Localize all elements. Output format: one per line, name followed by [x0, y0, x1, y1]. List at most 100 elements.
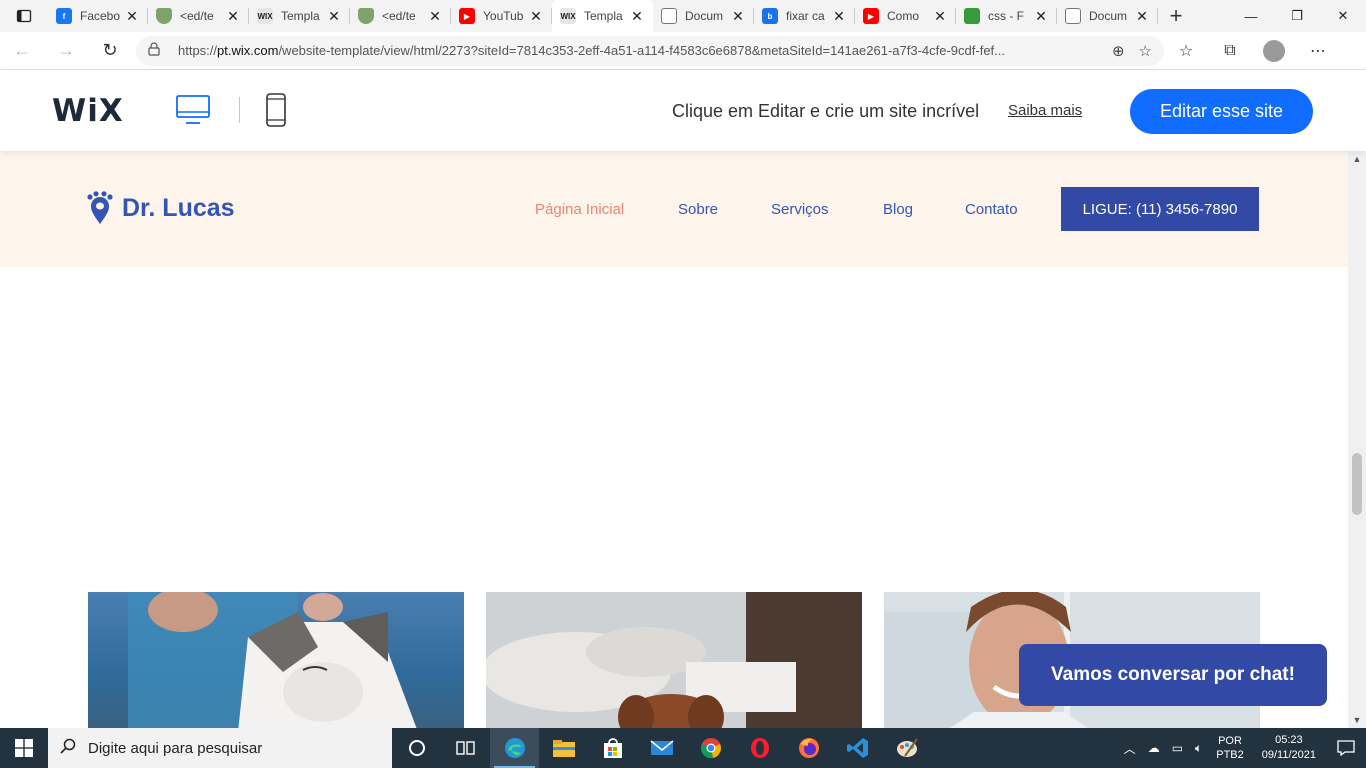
page-scrollbar[interactable]: ▲ ▼: [1348, 151, 1366, 728]
firefox-icon[interactable]: [784, 728, 833, 768]
tab-close-icon[interactable]: ✕: [528, 8, 544, 25]
browser-tab[interactable]: ▶ Como ✕: [855, 0, 956, 32]
favorites-icon[interactable]: ☆: [1164, 32, 1208, 70]
browser-tab[interactable]: Docum ✕: [1057, 0, 1158, 32]
file-explorer-icon[interactable]: [539, 728, 588, 768]
url-input[interactable]: https://pt.wix.com/website-template/view…: [136, 35, 1164, 66]
tab-title: Facebo: [80, 9, 120, 23]
lock-icon[interactable]: [148, 42, 168, 59]
clock[interactable]: 05:23 09/11/2021: [1262, 733, 1316, 763]
back-button[interactable]: ←: [0, 32, 44, 70]
mobile-view-icon[interactable]: [265, 93, 287, 127]
edge-icon[interactable]: [490, 728, 539, 768]
new-tab-button[interactable]: +: [1158, 0, 1194, 32]
scroll-down-icon[interactable]: ▼: [1348, 712, 1366, 728]
tab-title: Como: [887, 9, 920, 23]
shield-icon: [358, 8, 374, 24]
tab-title: <ed/te: [180, 9, 214, 23]
search-placeholder: Digite aqui para pesquisar: [88, 739, 263, 757]
nav-item[interactable]: Serviços: [771, 201, 829, 218]
chat-button[interactable]: Vamos conversar por chat!: [1019, 644, 1327, 706]
forward-button[interactable]: →: [44, 32, 88, 70]
window-controls: — ❐ ✕: [1228, 0, 1366, 32]
more-menu-icon[interactable]: ⋯: [1296, 32, 1340, 70]
volume-icon[interactable]: 🔈︎: [1195, 741, 1202, 756]
tab-close-icon[interactable]: ✕: [124, 8, 140, 25]
browser-tab[interactable]: ▶ YouTub ✕: [451, 0, 552, 32]
document-icon: [1065, 8, 1081, 24]
paint-icon[interactable]: [882, 728, 931, 768]
taskbar-search[interactable]: Digite aqui para pesquisar: [48, 728, 392, 768]
nav-item[interactable]: Blog: [883, 201, 913, 218]
search-icon: [60, 738, 80, 759]
opera-icon[interactable]: [735, 728, 784, 768]
keyboard-layout: PTB2: [1216, 749, 1244, 761]
network-icon[interactable]: ▭: [1172, 741, 1183, 755]
tab-close-icon[interactable]: ✕: [1033, 8, 1049, 25]
tab-close-icon[interactable]: ✕: [1134, 8, 1150, 25]
bing-icon: b: [762, 8, 778, 24]
shield-icon: [156, 8, 172, 24]
browser-tab-strip: f Facebo ✕ <ed/te ✕ WIX Templa ✕ <ed/te ✕ ▶ YouTub ✕…: [0, 0, 1366, 32]
chevron-up-icon[interactable]: ︿: [1124, 740, 1136, 757]
device-divider: [239, 97, 240, 123]
browser-tab[interactable]: <ed/te ✕: [148, 0, 249, 32]
nav-item[interactable]: Contato: [965, 201, 1018, 218]
onedrive-icon[interactable]: ☁: [1148, 741, 1160, 755]
browser-tab[interactable]: WIX Templa ✕: [249, 0, 350, 32]
tab-title: YouTub: [483, 9, 524, 23]
close-window-button[interactable]: ✕: [1320, 0, 1366, 32]
clock-time: 05:23: [1275, 734, 1303, 746]
site-header: Dr. Lucas Página Inicial Sobre Serviços Blo…: [0, 151, 1348, 267]
browser-tab[interactable]: css - F ✕: [956, 0, 1057, 32]
tab-close-icon[interactable]: ✕: [730, 8, 746, 25]
system-tray: ︿ ☁ ▭ 🔈︎ POR PTB2 05:23 09/11/2021: [1118, 728, 1366, 768]
store-icon[interactable]: [588, 728, 637, 768]
cortana-icon[interactable]: [392, 728, 441, 768]
browser-tab[interactable]: Docum ✕: [653, 0, 754, 32]
call-button[interactable]: LIGUE: (11) 3456-7890: [1061, 187, 1259, 231]
facebook-icon: f: [56, 8, 72, 24]
tab-list: f Facebo ✕ <ed/te ✕ WIX Templa ✕ <ed/te ✕ ▶ YouTub ✕…: [48, 0, 1158, 32]
tab-close-icon[interactable]: ✕: [326, 8, 342, 25]
tab-title: Templa: [281, 9, 320, 23]
site-logo[interactable]: Dr. Lucas: [122, 194, 235, 223]
tab-close-icon[interactable]: ✕: [932, 8, 948, 25]
wix-logo[interactable]: WiX: [52, 93, 124, 129]
nav-item[interactable]: Página Inicial: [535, 201, 624, 218]
scroll-thumb[interactable]: [1352, 453, 1362, 515]
start-button[interactable]: [0, 728, 48, 768]
browser-tab[interactable]: b fixar ca ✕: [754, 0, 855, 32]
browser-tab[interactable]: <ed/te ✕: [350, 0, 451, 32]
refresh-button[interactable]: ↻: [88, 32, 132, 70]
collections-icon[interactable]: ⧉: [1208, 32, 1252, 70]
youtube-icon: ▶: [459, 8, 475, 24]
learn-more-link[interactable]: Saiba mais: [1008, 102, 1082, 119]
language-indicator[interactable]: POR PTB2: [1216, 734, 1244, 762]
task-view-icon[interactable]: [441, 728, 490, 768]
scroll-up-icon[interactable]: ▲: [1348, 151, 1366, 167]
tab-actions-icon[interactable]: [0, 0, 48, 32]
nav-item[interactable]: Sobre: [678, 201, 718, 218]
mail-icon[interactable]: [637, 728, 686, 768]
edit-site-button[interactable]: Editar esse site: [1130, 89, 1313, 134]
tab-close-icon[interactable]: ✕: [427, 8, 443, 25]
chrome-icon[interactable]: [686, 728, 735, 768]
tab-title: fixar ca: [786, 9, 825, 23]
add-favorite-icon[interactable]: ☆: [1139, 42, 1152, 60]
profile-avatar[interactable]: [1252, 32, 1296, 70]
desktop-view-icon[interactable]: [176, 95, 210, 125]
tab-close-icon[interactable]: ✕: [225, 8, 241, 25]
vscode-icon[interactable]: [833, 728, 882, 768]
tab-title: Docum: [685, 9, 724, 23]
browser-tab[interactable]: WIX Templa ✕: [552, 0, 653, 32]
notification-icon[interactable]: [1326, 728, 1366, 768]
browser-tab[interactable]: f Facebo ✕: [48, 0, 148, 32]
zoom-icon[interactable]: ⊕: [1112, 42, 1125, 60]
address-bar: ← → ↻ https://pt.wix.com/website-templat…: [0, 32, 1366, 70]
tab-close-icon[interactable]: ✕: [831, 8, 847, 25]
minimize-button[interactable]: —: [1228, 0, 1274, 32]
dog-on-bed-image: [486, 592, 862, 728]
tab-close-icon[interactable]: ✕: [629, 8, 645, 25]
restore-button[interactable]: ❐: [1274, 0, 1320, 32]
